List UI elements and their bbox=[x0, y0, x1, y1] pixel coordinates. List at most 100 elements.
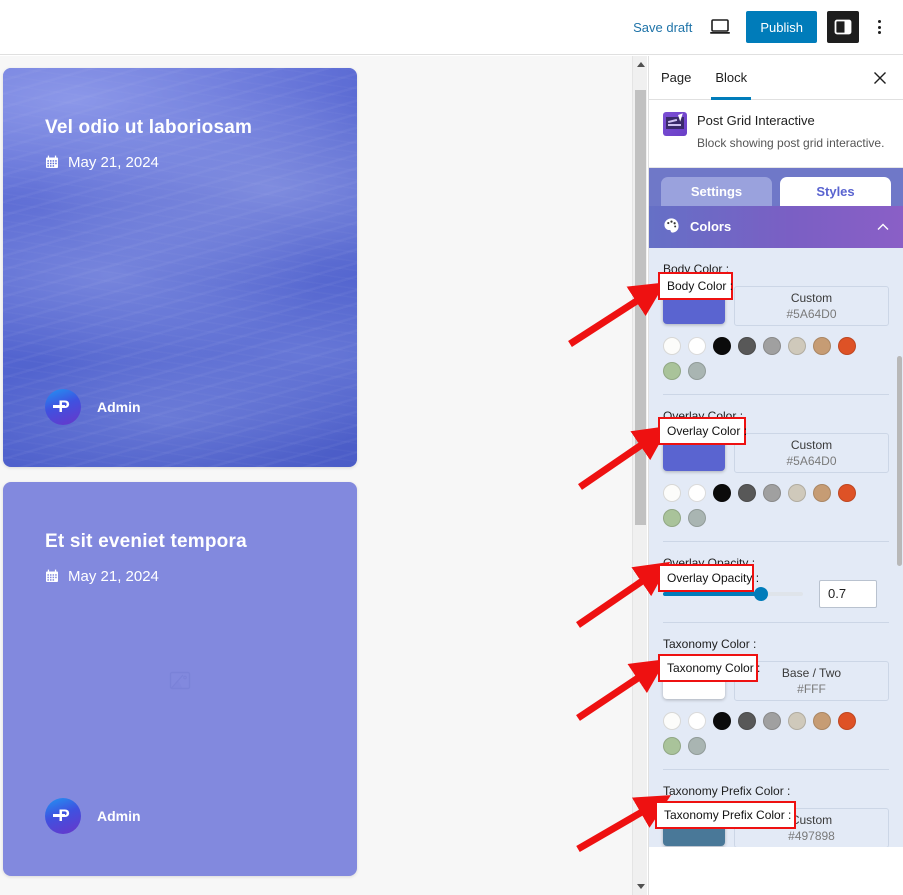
calendar-icon bbox=[45, 569, 59, 583]
swatch[interactable] bbox=[663, 483, 681, 502]
colors-panel-title: Colors bbox=[690, 219, 732, 235]
chevron-up-icon[interactable] bbox=[877, 220, 889, 234]
swatch[interactable] bbox=[663, 711, 681, 730]
publish-button[interactable]: Publish bbox=[746, 11, 817, 43]
swatch[interactable] bbox=[688, 736, 706, 755]
swatch[interactable] bbox=[738, 483, 756, 502]
swatch[interactable] bbox=[763, 711, 781, 730]
swatch[interactable] bbox=[788, 711, 806, 730]
swatch[interactable] bbox=[663, 508, 681, 527]
post-date-text: May 21, 2024 bbox=[68, 153, 159, 171]
settings-sidebar-toggle[interactable] bbox=[827, 11, 859, 43]
swatch[interactable] bbox=[738, 711, 756, 730]
swatch[interactable] bbox=[813, 483, 831, 502]
calendar-icon bbox=[45, 155, 59, 169]
editor-toolbar: Save draft Publish bbox=[0, 0, 903, 55]
tab-settings[interactable]: Settings bbox=[661, 176, 772, 206]
annotation-overlay-opacity: Overlay Opacity : bbox=[658, 564, 759, 592]
block-description: Block showing post grid interactive. bbox=[697, 136, 885, 151]
post-author[interactable]: P Admin bbox=[45, 389, 141, 425]
avatar: P bbox=[45, 798, 81, 834]
annotation-taxonomy-prefix-color: Taxonomy Prefix Color : bbox=[655, 801, 796, 829]
divider bbox=[663, 621, 889, 623]
palette-icon bbox=[663, 217, 680, 237]
desktop-preview-icon[interactable] bbox=[702, 9, 738, 45]
annotation-overlay-color: Overlay Color : bbox=[658, 417, 747, 445]
swatch[interactable] bbox=[713, 711, 731, 730]
divider bbox=[663, 393, 889, 395]
swatch[interactable] bbox=[688, 711, 706, 730]
body-color-swatches bbox=[663, 336, 863, 380]
overlay-color-name: Custom bbox=[790, 437, 833, 452]
annotation-body-color: Body Color : bbox=[658, 272, 733, 300]
canvas-scrollbar[interactable] bbox=[632, 56, 647, 895]
swatch[interactable] bbox=[713, 483, 731, 502]
overlay-opacity-slider[interactable] bbox=[663, 586, 803, 601]
swatch[interactable] bbox=[788, 483, 806, 502]
divider bbox=[663, 768, 889, 770]
post-author[interactable]: P Admin bbox=[45, 798, 141, 834]
overlay-color-hex: #5A64D0 bbox=[786, 453, 837, 468]
post-title[interactable]: Vel odio ut laboriosam bbox=[45, 116, 315, 140]
swatch[interactable] bbox=[688, 483, 706, 502]
scroll-down-arrow-icon[interactable] bbox=[633, 878, 648, 895]
inspector-scrollbar[interactable] bbox=[896, 168, 903, 847]
divider bbox=[663, 540, 889, 542]
swatch[interactable] bbox=[813, 336, 831, 355]
settings-styles-tabs: Settings Styles bbox=[649, 167, 903, 206]
save-draft-button[interactable]: Save draft bbox=[623, 14, 702, 41]
post-card[interactable]: Vel odio ut laboriosam May 21, 2024 Admi… bbox=[3, 68, 357, 467]
swatch[interactable] bbox=[813, 711, 831, 730]
editor-root: Save draft Publish Vel odio ut laboriosa… bbox=[0, 0, 903, 895]
swatch[interactable] bbox=[688, 336, 706, 355]
swatch[interactable] bbox=[838, 483, 856, 502]
body-color-value[interactable]: Custom #5A64D0 bbox=[734, 285, 889, 326]
tab-page[interactable]: Page bbox=[649, 56, 703, 99]
colors-panel-header[interactable]: Colors bbox=[649, 205, 903, 248]
taxonomy-color-hex: #FFF bbox=[797, 681, 826, 696]
inspector-scrollbar-thumb[interactable] bbox=[897, 355, 902, 566]
canvas-scrollbar-thumb[interactable] bbox=[635, 90, 646, 525]
swatch[interactable] bbox=[663, 736, 681, 755]
post-date: May 21, 2024 bbox=[45, 568, 315, 585]
taxonomy-color-name: Base / Two bbox=[781, 665, 842, 680]
post-author-name: Admin bbox=[97, 399, 141, 415]
swatch[interactable] bbox=[663, 361, 681, 380]
inspector-tabs: Page Block bbox=[649, 56, 903, 100]
taxonomy-color-label: Taxonomy Color : bbox=[663, 636, 757, 651]
overlay-color-value[interactable]: Custom #5A64D0 bbox=[734, 432, 889, 473]
block-summary: Post Grid Interactive Block showing post… bbox=[649, 100, 903, 168]
editor-canvas: Vel odio ut laboriosam May 21, 2024 Admi… bbox=[0, 56, 632, 895]
taxonomy-prefix-color-label: Taxonomy Prefix Color : bbox=[663, 783, 791, 798]
overlay-color-swatches bbox=[663, 483, 863, 527]
taxonomy-prefix-color-name: Custom bbox=[790, 812, 833, 827]
overlay-opacity-input[interactable] bbox=[819, 579, 877, 608]
swatch[interactable] bbox=[763, 336, 781, 355]
styles-panel: Settings Styles Colors Body Color: Cust… bbox=[649, 167, 903, 847]
avatar: P bbox=[45, 389, 81, 425]
swatch[interactable] bbox=[688, 508, 706, 527]
tab-block[interactable]: Block bbox=[703, 56, 759, 100]
close-icon[interactable] bbox=[867, 65, 893, 91]
body-color-hex: #5A64D0 bbox=[786, 306, 837, 321]
swatch[interactable] bbox=[763, 483, 781, 502]
post-author-name: Admin bbox=[97, 808, 141, 824]
swatch[interactable] bbox=[788, 336, 806, 355]
tab-styles[interactable]: Styles bbox=[780, 176, 891, 206]
broken-image-icon bbox=[3, 670, 357, 692]
swatch[interactable] bbox=[838, 336, 856, 355]
post-title[interactable]: Et sit eveniet tempora bbox=[45, 530, 315, 554]
scroll-up-arrow-icon[interactable] bbox=[633, 56, 648, 73]
swatch[interactable] bbox=[688, 361, 706, 380]
taxonomy-prefix-color-hex: #497898 bbox=[788, 828, 835, 843]
post-grid-block-icon bbox=[663, 112, 687, 136]
field-taxonomy-color: Taxonomy Color : Base / Two #FFF bbox=[663, 635, 889, 755]
swatch[interactable] bbox=[663, 336, 681, 355]
swatch[interactable] bbox=[713, 336, 731, 355]
post-card[interactable]: Et sit eveniet tempora May 21, 2024 Admi… bbox=[3, 482, 357, 876]
swatch[interactable] bbox=[838, 711, 856, 730]
swatch[interactable] bbox=[738, 336, 756, 355]
annotation-taxonomy-color: Taxonomy Color : bbox=[658, 654, 760, 682]
kebab-menu-icon[interactable] bbox=[865, 11, 893, 43]
taxonomy-color-swatches bbox=[663, 711, 863, 755]
